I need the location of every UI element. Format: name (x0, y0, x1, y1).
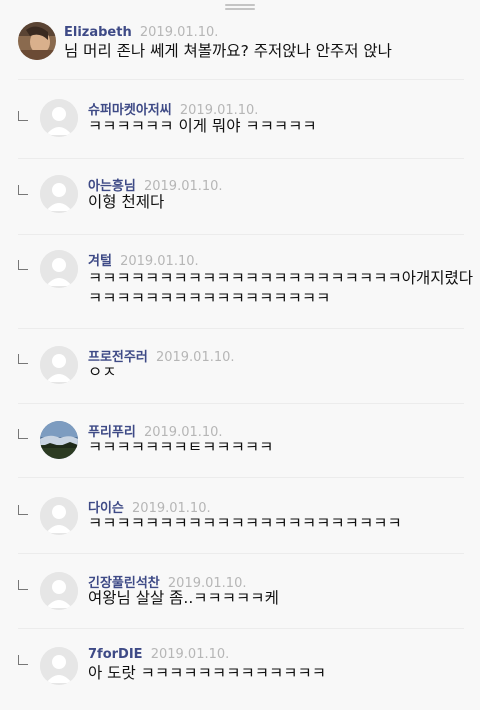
comment-text: ㅋㅋㅋㅋㅋㅋㅋㅋㅋㅋㅋㅋㅋㅋㅋㅋㅋㅋㅋㅋㅋㅋ (88, 514, 402, 532)
reply-item: 다이슨 2019.01.10. ㅋㅋㅋㅋㅋㅋㅋㅋㅋㅋㅋㅋㅋㅋㅋㅋㅋㅋㅋㅋㅋㅋ (0, 497, 480, 557)
reply-item: 긴장풀린석찬 2019.01.10. 여왕님 살살 좀..ㅋㅋㅋㅋㅋ케 (0, 572, 480, 632)
comment-date: 2019.01.10. (155, 350, 235, 365)
divider (18, 158, 464, 159)
divider (18, 328, 464, 329)
default-user-icon[interactable] (40, 346, 78, 384)
avatar[interactable] (40, 421, 78, 459)
reply-item: 푸리푸리 2019.01.10. ㅋㅋㅋㅋㅋㅋㅋㅌㅋㅋㅋㅋㅋ (0, 421, 480, 481)
comment-text-line2: ㅋㅋㅋㅋㅋㅋㅋㅋㅋㅋㅋㅋㅋㅋㅋㅋㅋ (88, 289, 331, 307)
divider (18, 403, 464, 404)
reply-arrow-icon (18, 260, 28, 270)
default-user-icon[interactable] (40, 497, 78, 535)
author-name[interactable]: 7forDIE (88, 647, 143, 662)
comment-text: 여왕님 살살 좀..ㅋㅋㅋㅋㅋ케 (88, 589, 279, 607)
reply-item: 슈퍼마켓아저씨 2019.01.10. ㅋㅋㅋㅋㅋㅋ 이게 뭐야 ㅋㅋㅋㅋㅋ (0, 99, 480, 159)
default-user-icon[interactable] (40, 99, 78, 137)
divider (18, 79, 464, 80)
divider (18, 553, 464, 554)
drag-handle[interactable] (225, 4, 255, 10)
comment-date: 2019.01.10. (139, 25, 219, 40)
divider (18, 628, 464, 629)
divider (18, 477, 464, 478)
default-user-icon[interactable] (40, 175, 78, 213)
reply-arrow-icon (18, 429, 28, 439)
reply-arrow-icon (18, 111, 28, 121)
reply-arrow-icon (18, 505, 28, 515)
comment-text: 이형 천제다 (88, 193, 165, 211)
reply-item: 겨털 2019.01.10. ㅋㅋㅋㅋㅋㅋㅋㅋㅋㅋㅋㅋㅋㅋㅋㅋㅋㅋㅋㅋㅋㅋ아개지… (0, 250, 480, 320)
default-user-icon[interactable] (40, 250, 78, 288)
comment-text: ㅋㅋㅋㅋㅋㅋㅋㅌㅋㅋㅋㅋㅋ (88, 438, 274, 456)
reply-item: 프로전주러 2019.01.10. ㅇㅈ (0, 346, 480, 406)
avatar[interactable] (18, 22, 56, 60)
comment-text: 님 머리 존나 쎄게 쳐볼까요? 주저앉나 안주저 앉나 (64, 42, 392, 60)
reply-item: 아는흥님 2019.01.10. 이형 천제다 (0, 175, 480, 235)
reply-item: 7forDIE 2019.01.10. 아 도랏 ㅋㅋㅋㅋㅋㅋㅋㅋㅋㅋㅋㅋㅋ (0, 647, 480, 707)
comment-text: ㅇㅈ (88, 363, 117, 381)
default-user-icon[interactable] (40, 572, 78, 610)
comment-meta: Elizabeth 2019.01.10. (64, 25, 218, 40)
author-name[interactable]: Elizabeth (64, 25, 132, 40)
comment-meta: 7forDIE 2019.01.10. (88, 647, 229, 662)
comment-text: ㅋㅋㅋㅋㅋㅋ 이게 뭐야 ㅋㅋㅋㅋㅋ (88, 117, 317, 135)
reply-arrow-icon (18, 185, 28, 195)
reply-arrow-icon (18, 580, 28, 590)
comment-date: 2019.01.10. (150, 647, 230, 662)
comment-item: Elizabeth 2019.01.10. 님 머리 존나 쎄게 쳐볼까요? 주… (0, 22, 480, 82)
reply-arrow-icon (18, 354, 28, 364)
reply-arrow-icon (18, 655, 28, 665)
divider (18, 234, 464, 235)
comment-text: 아 도랏 ㅋㅋㅋㅋㅋㅋㅋㅋㅋㅋㅋㅋㅋ (88, 664, 327, 682)
default-user-icon[interactable] (40, 647, 78, 685)
